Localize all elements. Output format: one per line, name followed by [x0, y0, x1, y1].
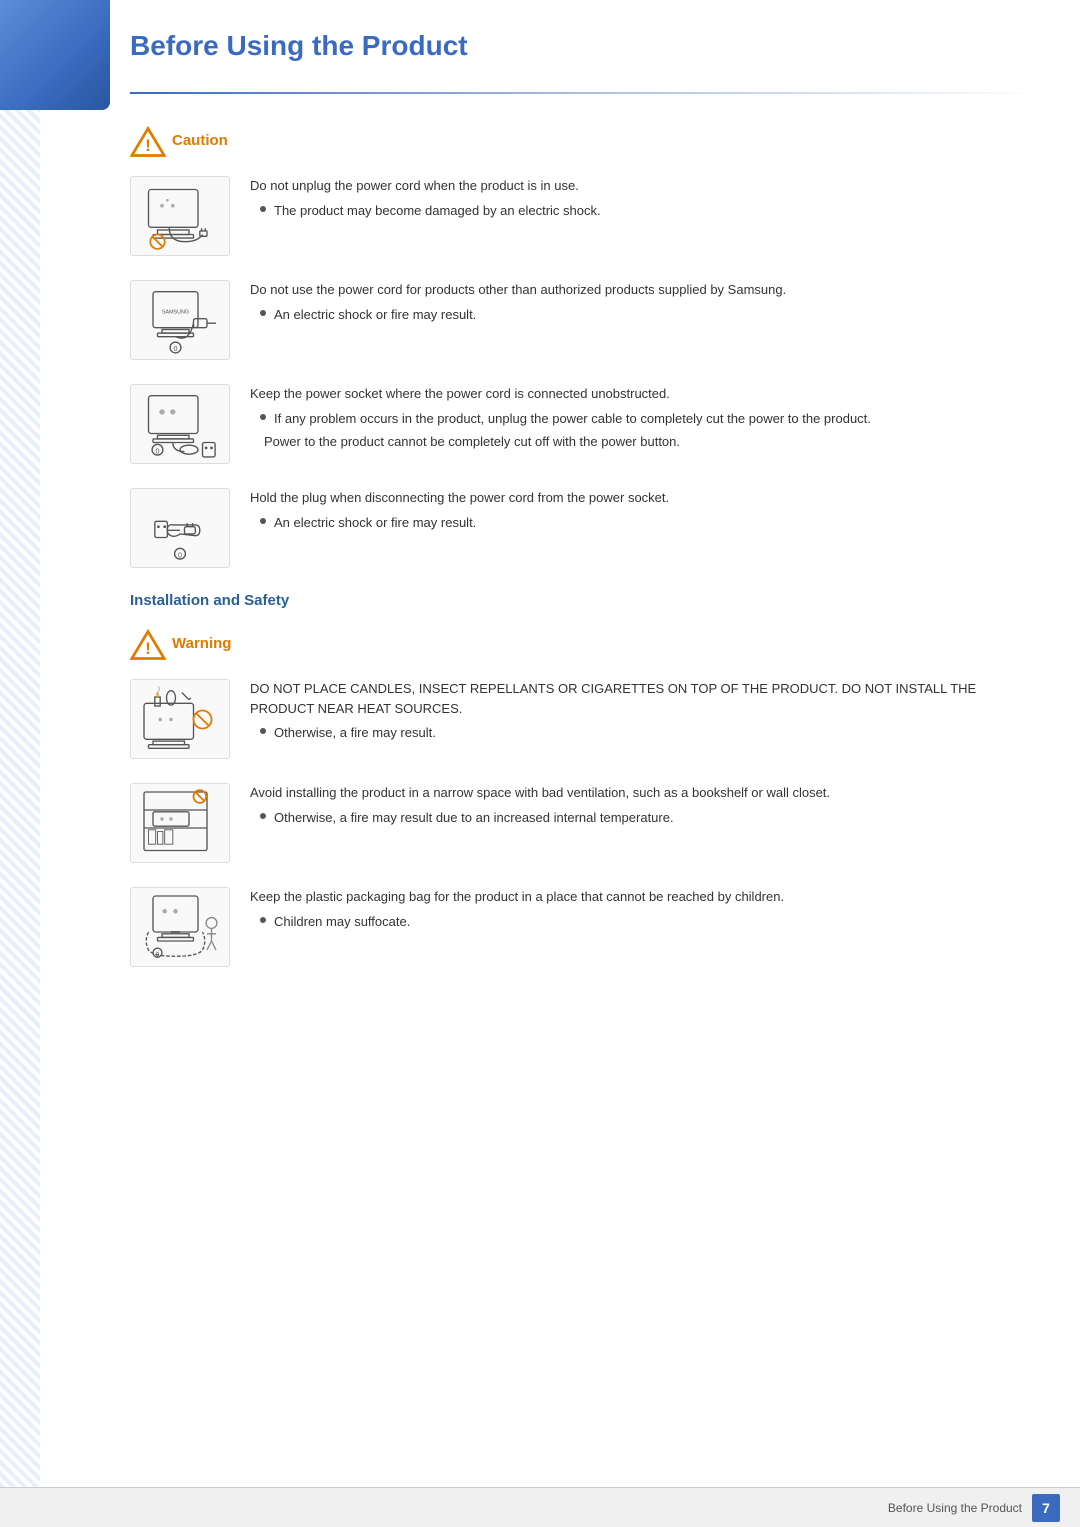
warning-text-area-3: Keep the plastic packaging bag for the p…: [250, 887, 1040, 931]
warning-badge-row: ! Warning: [130, 627, 1040, 659]
caution-bullet-1-0: The product may become damaged by an ele…: [260, 201, 1040, 221]
caution-bullet-text-1-0: The product may become damaged by an ele…: [274, 201, 601, 221]
caution-item-2: SAMSUNG 0 Do not use the power cord for …: [130, 280, 1040, 360]
warning-triangle-icon: !: [130, 627, 162, 659]
bullet-dot: [260, 310, 266, 316]
caution-text-area-2: Do not use the power cord for products o…: [250, 280, 1040, 324]
bullet-dot: [260, 414, 266, 420]
svg-text:0: 0: [156, 446, 160, 455]
caution-item-4: 0 Hold the plug when disconnecting the p…: [130, 488, 1040, 568]
warning-item-3: 0 Keep the plastic packaging bag for the…: [130, 887, 1040, 967]
caution-main-text-2: Do not use the power cord for products o…: [250, 280, 1040, 300]
caution-illustration-1: [130, 176, 230, 256]
warning-main-text-1: DO NOT PLACE CANDLES, INSECT REPELLANTS …: [250, 679, 1040, 718]
svg-text:0: 0: [156, 951, 160, 958]
warning-main-text-3: Keep the plastic packaging bag for the p…: [250, 887, 1040, 907]
bullet-dot: [260, 206, 266, 212]
warning-illustration-3: 0: [130, 887, 230, 967]
caution-main-text-1: Do not unplug the power cord when the pr…: [250, 176, 1040, 196]
warning-label: Warning: [172, 635, 231, 652]
caution-illustration-4: 0: [130, 488, 230, 568]
warning-main-text-2: Avoid installing the product in a narrow…: [250, 783, 1040, 803]
bullet-dot: [260, 917, 266, 923]
warning-bullet-2-0: Otherwise, a fire may result due to an i…: [260, 808, 1040, 828]
caution-bullet-text-2-0: An electric shock or fire may result.: [274, 305, 476, 325]
svg-text:SAMSUNG: SAMSUNG: [162, 309, 189, 315]
blue-accent-block: [0, 0, 110, 110]
caution-triangle-icon: !: [130, 124, 162, 156]
caution-item-3: 0 Keep the power socket where the power …: [130, 384, 1040, 464]
page-footer: Before Using the Product 7: [0, 1487, 1080, 1527]
warning-item-2: Avoid installing the product in a narrow…: [130, 783, 1040, 863]
decorative-stripe: [0, 0, 40, 1527]
bullet-dot: [260, 813, 266, 819]
bullet-dot: [260, 518, 266, 524]
warning-illustration-2: [130, 783, 230, 863]
caution-bullet-text-4-0: An electric shock or fire may result.: [274, 513, 476, 533]
page-title: Before Using the Product: [130, 20, 1040, 62]
caution-illustration-3: 0: [130, 384, 230, 464]
caution-bullet-3-0: If any problem occurs in the product, un…: [260, 409, 1040, 429]
warning-illustration-1: [130, 679, 230, 759]
title-underline: [130, 92, 1040, 94]
installation-section-heading: Installation and Safety: [130, 592, 1040, 609]
caution-sub-text-3-0: Power to the product cannot be completel…: [264, 432, 1040, 452]
warning-text-area-2: Avoid installing the product in a narrow…: [250, 783, 1040, 827]
footer-label: Before Using the Product: [888, 1501, 1022, 1515]
caution-text-area-4: Hold the plug when disconnecting the pow…: [250, 488, 1040, 532]
warning-text-area-1: DO NOT PLACE CANDLES, INSECT REPELLANTS …: [250, 679, 1040, 743]
caution-main-text-4: Hold the plug when disconnecting the pow…: [250, 488, 1040, 508]
caution-label: Caution: [172, 132, 228, 149]
svg-text:!: !: [145, 640, 150, 658]
caution-text-area-1: Do not unplug the power cord when the pr…: [250, 176, 1040, 220]
svg-text:0: 0: [178, 550, 182, 559]
caution-bullet-2-0: An electric shock or fire may result.: [260, 305, 1040, 325]
warning-item-1: DO NOT PLACE CANDLES, INSECT REPELLANTS …: [130, 679, 1040, 759]
warning-bullet-1-0: Otherwise, a fire may result.: [260, 723, 1040, 743]
svg-text:!: !: [145, 137, 150, 155]
warning-bullet-3-0: Children may suffocate.: [260, 912, 1040, 932]
caution-bullet-4-0: An electric shock or fire may result.: [260, 513, 1040, 533]
warning-bullet-text-2-0: Otherwise, a fire may result due to an i…: [274, 808, 674, 828]
caution-illustration-2: SAMSUNG 0: [130, 280, 230, 360]
caution-text-area-3: Keep the power socket where the power co…: [250, 384, 1040, 452]
caution-item-1: Do not unplug the power cord when the pr…: [130, 176, 1040, 256]
warning-bullet-text-3-0: Children may suffocate.: [274, 912, 410, 932]
svg-text:0: 0: [174, 344, 178, 353]
caution-bullet-text-3-0: If any problem occurs in the product, un…: [274, 409, 871, 429]
bullet-dot: [260, 728, 266, 734]
warning-bullet-text-1-0: Otherwise, a fire may result.: [274, 723, 436, 743]
caution-badge-row: ! Caution: [130, 124, 1040, 156]
caution-main-text-3: Keep the power socket where the power co…: [250, 384, 1040, 404]
page-number: 7: [1032, 1494, 1060, 1522]
